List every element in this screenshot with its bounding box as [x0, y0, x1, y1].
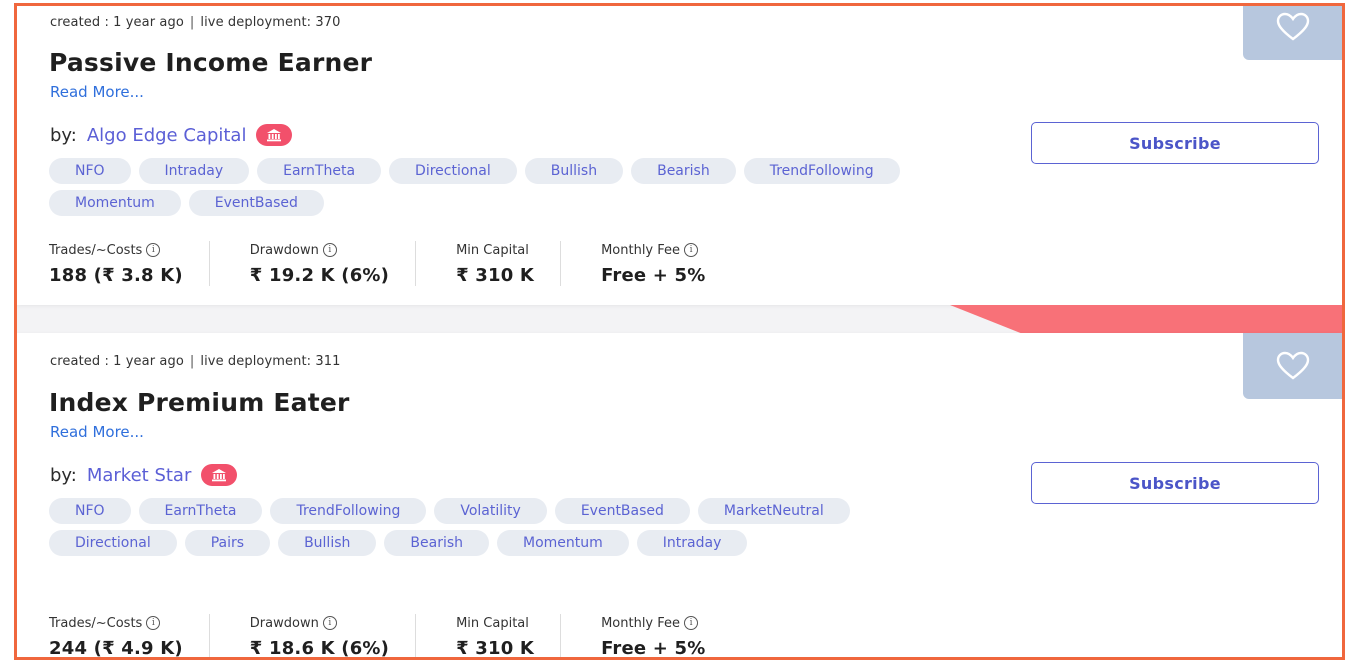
- author-link[interactable]: Algo Edge Capital: [87, 125, 247, 146]
- stat-value: 244 (₹ 4.9 K): [49, 638, 183, 659]
- read-more-link[interactable]: Read More...: [50, 83, 144, 101]
- strategy-title: Index Premium Eater: [49, 388, 350, 417]
- stat-min-capital: Min Capital ₹ 310 K: [415, 614, 560, 659]
- stat-min-capital: Min Capital ₹ 310 K: [415, 241, 560, 286]
- stat-monthly-fee: Monthly Fee i Free + 5%: [560, 241, 731, 286]
- info-icon[interactable]: i: [322, 243, 337, 257]
- author-line: by: Algo Edge Capital: [50, 124, 293, 146]
- tag[interactable]: Directional: [49, 530, 177, 556]
- subscribe-button[interactable]: Subscribe: [1031, 122, 1319, 164]
- tag[interactable]: MarketNeutral: [697, 498, 850, 524]
- created-text: created : 1 year ago: [50, 15, 184, 30]
- tag[interactable]: Bearish: [384, 530, 489, 556]
- tag[interactable]: NFO: [49, 498, 131, 524]
- tag[interactable]: Directional: [389, 158, 517, 184]
- stat-value: Free + 5%: [601, 265, 706, 286]
- stat-value: 188 (₹ 3.8 K): [49, 265, 183, 286]
- tag[interactable]: Momentum: [49, 190, 181, 216]
- strategy-card: created : 1 year ago | live deployment: 31…: [17, 333, 1342, 659]
- strategy-card: created : 1 year ago | live deployment: 37…: [17, 6, 1342, 305]
- meta-separator: |: [189, 15, 195, 30]
- subscribe-button[interactable]: Subscribe: [1031, 462, 1319, 504]
- heart-icon: [1276, 12, 1309, 41]
- tag[interactable]: NFO: [49, 158, 131, 184]
- created-text: created : 1 year ago: [50, 354, 184, 369]
- tag-list: NFO EarnTheta TrendFollowing Volatility …: [49, 498, 929, 556]
- read-more-link[interactable]: Read More...: [50, 423, 144, 441]
- stat-label: Trades/~Costs: [49, 242, 143, 258]
- stat-trades-costs: Trades/~Costs i 244 (₹ 4.9 K): [49, 614, 209, 659]
- tag-list: NFO Intraday EarnTheta Directional Bulli…: [49, 158, 929, 216]
- stat-label: Min Capital: [456, 242, 529, 258]
- tag[interactable]: TrendFollowing: [743, 158, 900, 184]
- stat-value: Free + 5%: [601, 638, 706, 659]
- strategy-meta: created : 1 year ago | live deployment: 31…: [50, 354, 341, 369]
- stat-label: Trades/~Costs: [49, 615, 143, 631]
- stat-label: Monthly Fee: [601, 615, 681, 631]
- tag[interactable]: Volatility: [434, 498, 547, 524]
- strategy-list: created : 1 year ago | live deployment: 37…: [14, 3, 1345, 660]
- info-icon[interactable]: i: [146, 243, 161, 257]
- stat-drawdown: Drawdown i ₹ 18.6 K (6%): [208, 614, 415, 659]
- featured-ribbon: [950, 305, 1342, 333]
- tag[interactable]: EarnTheta: [257, 158, 382, 184]
- tag[interactable]: TrendFollowing: [270, 498, 427, 524]
- info-icon[interactable]: i: [322, 616, 337, 630]
- tag[interactable]: Bullish: [278, 530, 377, 556]
- stat-label: Monthly Fee: [601, 242, 681, 258]
- author-link[interactable]: Market Star: [87, 465, 192, 486]
- tag[interactable]: EventBased: [188, 190, 324, 216]
- meta-separator: |: [189, 354, 195, 369]
- tag[interactable]: Bearish: [631, 158, 736, 184]
- favorite-button[interactable]: [1243, 333, 1342, 399]
- strategy-title: Passive Income Earner: [49, 48, 373, 77]
- stat-label: Drawdown: [249, 242, 319, 258]
- stat-label: Min Capital: [456, 615, 529, 631]
- stats-row: Trades/~Costs i 244 (₹ 4.9 K) Drawdown i ₹…: [49, 614, 732, 659]
- favorite-button[interactable]: [1243, 6, 1342, 60]
- tag[interactable]: EventBased: [554, 498, 690, 524]
- stat-value: ₹ 310 K: [456, 265, 535, 286]
- info-icon[interactable]: i: [684, 243, 699, 257]
- info-icon[interactable]: i: [684, 616, 699, 630]
- tag[interactable]: Pairs: [184, 530, 271, 556]
- tag[interactable]: Intraday: [138, 158, 250, 184]
- stats-row: Trades/~Costs i 188 (₹ 3.8 K) Drawdown i ₹…: [49, 241, 732, 286]
- bank-icon: [256, 124, 293, 146]
- stat-monthly-fee: Monthly Fee i Free + 5%: [560, 614, 731, 659]
- author-line: by: Market Star: [50, 464, 238, 486]
- by-label: by:: [50, 464, 77, 486]
- stat-drawdown: Drawdown i ₹ 19.2 K (6%): [208, 241, 415, 286]
- tag[interactable]: EarnTheta: [138, 498, 263, 524]
- stat-value: ₹ 310 K: [456, 638, 535, 659]
- live-deployment-text: live deployment: 311: [200, 354, 341, 369]
- by-label: by:: [50, 124, 77, 146]
- stat-label: Drawdown: [249, 615, 319, 631]
- stat-trades-costs: Trades/~Costs i 188 (₹ 3.8 K): [49, 241, 209, 287]
- stat-value: ₹ 19.2 K (6%): [249, 265, 390, 286]
- info-icon[interactable]: i: [146, 616, 161, 630]
- stat-value: ₹ 18.6 K (6%): [249, 638, 390, 659]
- heart-icon: [1276, 351, 1309, 380]
- strategy-meta: created : 1 year ago | live deployment: 37…: [50, 15, 341, 30]
- tag[interactable]: Intraday: [636, 530, 748, 556]
- bank-icon: [201, 464, 238, 486]
- live-deployment-text: live deployment: 370: [200, 15, 341, 30]
- tag[interactable]: Bullish: [524, 158, 624, 184]
- tag[interactable]: Momentum: [497, 530, 629, 556]
